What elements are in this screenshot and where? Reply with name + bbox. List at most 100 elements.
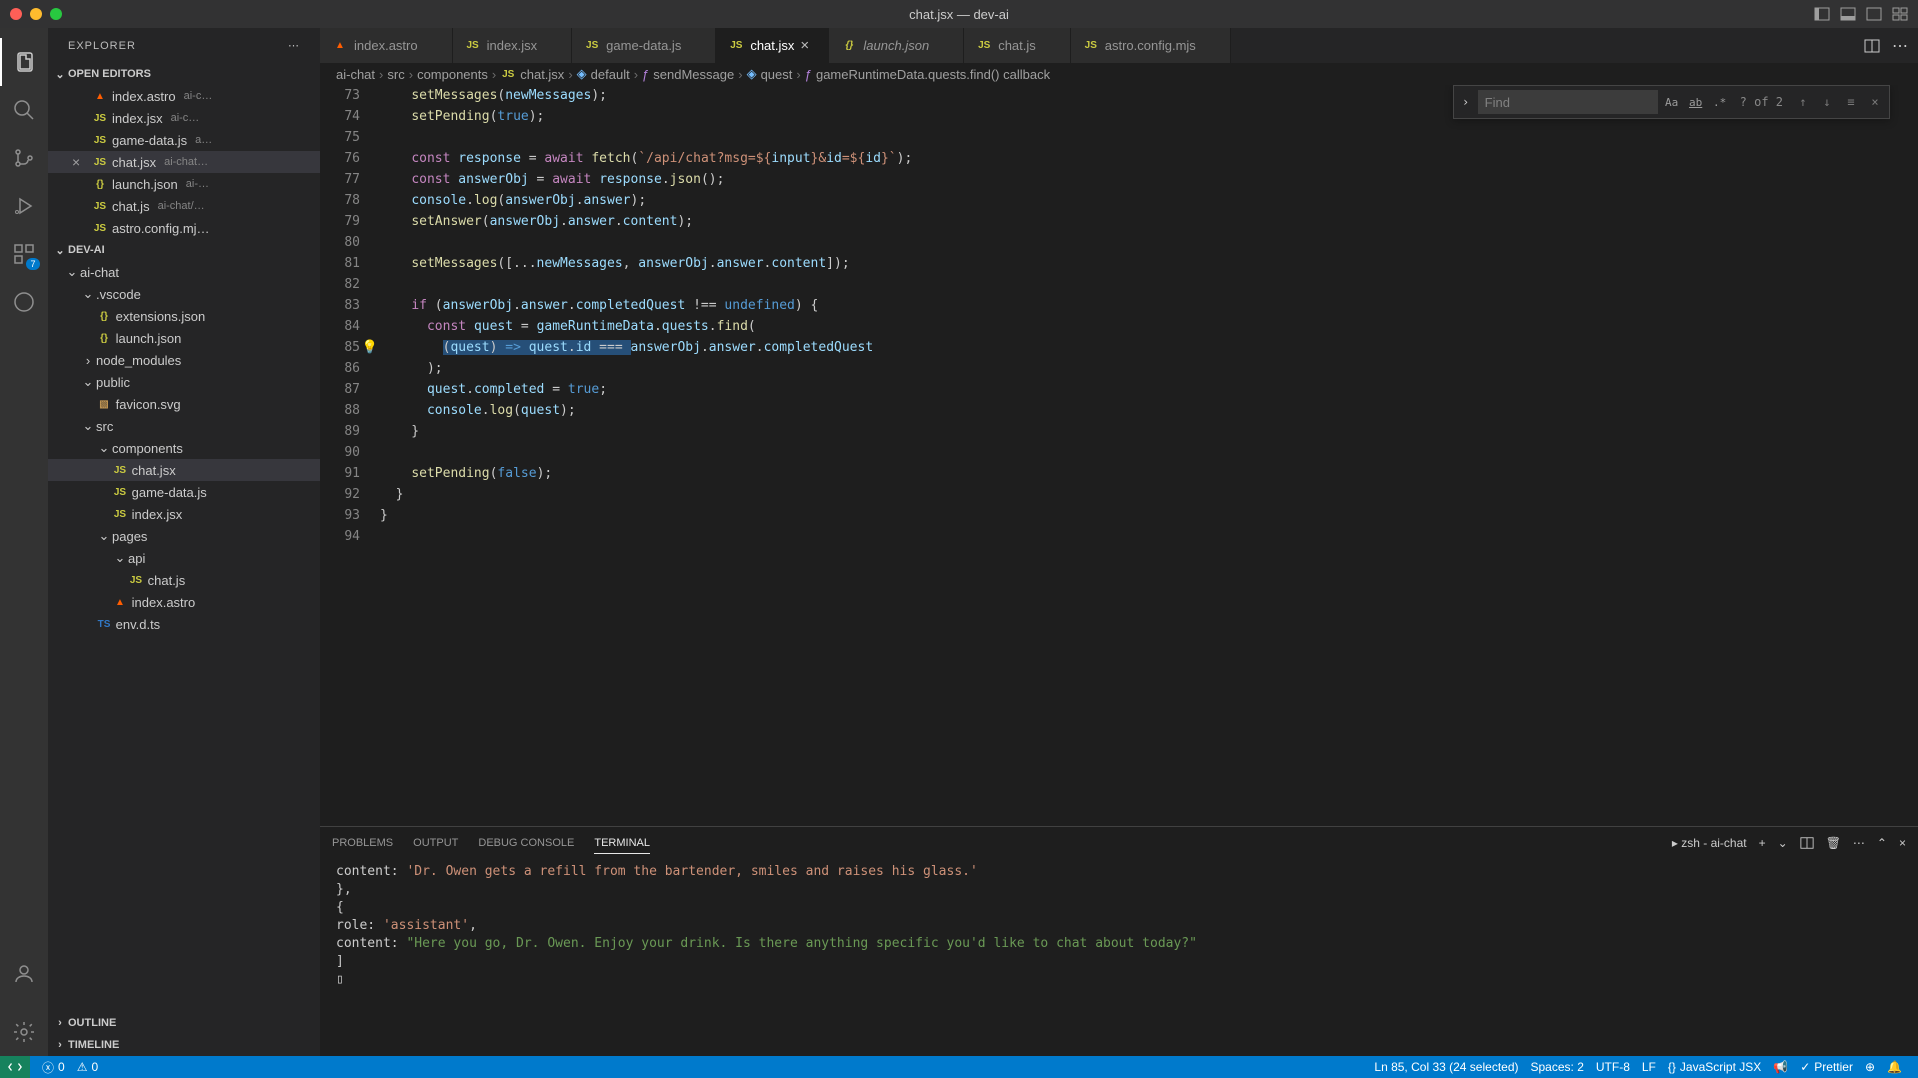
tree-file[interactable]: {} launch.json [48, 327, 320, 349]
code-content[interactable]: setMessages(newMessages); setPending(tru… [380, 85, 1918, 826]
tab[interactable]: ▲index.astro× [320, 28, 453, 63]
split-icon[interactable] [1864, 38, 1880, 54]
tree-folder[interactable]: ⌄api [48, 547, 320, 569]
layout-icon[interactable] [1892, 6, 1908, 22]
tree-folder[interactable]: ⌄public [48, 371, 320, 393]
remote-indicator[interactable] [0, 1056, 30, 1078]
breadcrumb-item[interactable]: default [591, 67, 630, 82]
tree-folder[interactable]: ›node_modules [48, 349, 320, 371]
open-editor-item[interactable]: ×JSindex.jsxai-c… [48, 107, 320, 129]
tree-file[interactable]: ▧ favicon.svg [48, 393, 320, 415]
more-icon[interactable]: ⋯ [288, 39, 300, 52]
timeline-header[interactable]: ›TIMELINE [48, 1034, 320, 1056]
tree-file[interactable]: TS env.d.ts [48, 613, 320, 635]
terminal-tab[interactable]: TERMINAL [594, 833, 650, 854]
prettier-status[interactable]: ✓ Prettier [1794, 1060, 1859, 1074]
open-editor-item[interactable]: ×JSchat.jsai-chat/… [48, 195, 320, 217]
panel-bottom-icon[interactable] [1840, 6, 1856, 22]
notifications-icon[interactable]: 🔔 [1881, 1060, 1908, 1074]
cursor-position[interactable]: Ln 85, Col 33 (24 selected) [1368, 1060, 1524, 1074]
close-icon[interactable]: × [72, 154, 88, 170]
tree-folder[interactable]: ⌄src [48, 415, 320, 437]
close-icon[interactable]: × [800, 37, 816, 54]
breadcrumb-item[interactable]: src [387, 67, 404, 82]
tab[interactable]: JSindex.jsx× [453, 28, 573, 63]
problems-tab[interactable]: PROBLEMS [332, 833, 393, 853]
breadcrumb-item[interactable]: quest [761, 67, 793, 82]
open-editor-item[interactable]: ×JSchat.jsxai-chat… [48, 151, 320, 173]
tab[interactable]: JSastro.config.mjs× [1071, 28, 1231, 63]
tree-file[interactable]: ▲ index.astro [48, 591, 320, 613]
prev-match-icon[interactable]: ↑ [1793, 92, 1813, 112]
accounts[interactable] [0, 950, 48, 998]
close-panel-icon[interactable]: × [1899, 836, 1906, 850]
breadcrumb-item[interactable]: gameRuntimeData.quests.find() callback [816, 67, 1050, 82]
tree-file[interactable]: JS chat.jsx [48, 459, 320, 481]
more-icon[interactable]: ⋯ [1892, 36, 1908, 56]
search-view[interactable] [0, 86, 48, 134]
next-match-icon[interactable]: ↓ [1817, 92, 1837, 112]
tree-folder[interactable]: ⌄ai-chat [48, 261, 320, 283]
filter-icon[interactable]: ≡ [1841, 92, 1861, 112]
extensions-view[interactable]: 7 [0, 230, 48, 278]
tree-folder[interactable]: ⌄pages [48, 525, 320, 547]
close-window[interactable] [10, 8, 22, 20]
outline-header[interactable]: ›OUTLINE [48, 1012, 320, 1034]
debug-console-tab[interactable]: DEBUG CONSOLE [478, 833, 574, 853]
language-mode[interactable]: {} JavaScript JSX [1662, 1060, 1767, 1074]
breadcrumb-item[interactable]: sendMessage [653, 67, 734, 82]
open-editor-item[interactable]: ×{}launch.jsonai-… [48, 173, 320, 195]
tweet-icon[interactable]: 📢 [1767, 1060, 1794, 1074]
maximize-panel-icon[interactable]: ⌃ [1877, 836, 1887, 850]
open-editor-item[interactable]: ×JSastro.config.mj… [48, 217, 320, 239]
new-terminal-icon[interactable]: + [1759, 836, 1766, 850]
tree-file[interactable]: {} extensions.json [48, 305, 320, 327]
indentation[interactable]: Spaces: 2 [1525, 1060, 1590, 1074]
regex-icon[interactable]: .* [1710, 92, 1730, 112]
open-editors-header[interactable]: ⌄ OPEN EDITORS [48, 63, 320, 85]
terminal-output[interactable]: content: 'Dr. Owen gets a refill from th… [320, 859, 1918, 1056]
code-editor[interactable]: 73747576777879808182838485💡8687888990919… [320, 85, 1918, 826]
open-editor-item[interactable]: ×JSgame-data.jsa… [48, 129, 320, 151]
project-header[interactable]: ⌄ DEV-AI [48, 239, 320, 261]
tree-folder[interactable]: ⌄components [48, 437, 320, 459]
warnings-count[interactable]: ⚠ 0 [71, 1060, 104, 1074]
more-icon[interactable]: ⋯ [1853, 836, 1865, 850]
encoding[interactable]: UTF-8 [1590, 1060, 1636, 1074]
maximize-window[interactable] [50, 8, 62, 20]
tab[interactable]: JSchat.jsx× [716, 28, 829, 63]
tree-file[interactable]: JS game-data.js [48, 481, 320, 503]
edge-view[interactable] [0, 278, 48, 326]
settings[interactable] [0, 1008, 48, 1056]
tree-folder[interactable]: ⌄.vscode [48, 283, 320, 305]
breadcrumb-item[interactable]: components [417, 67, 488, 82]
match-word-icon[interactable]: ab [1686, 92, 1706, 112]
output-tab[interactable]: OUTPUT [413, 833, 458, 853]
match-case-icon[interactable]: Aa [1662, 92, 1682, 112]
tree-file[interactable]: JS index.jsx [48, 503, 320, 525]
split-terminal-icon[interactable] [1800, 836, 1814, 850]
feedback-icon[interactable]: ⊕ [1859, 1060, 1881, 1074]
tab[interactable]: JSchat.js× [964, 28, 1071, 63]
breadcrumbs[interactable]: ai-chat› src› components› JSchat.jsx› ◈d… [320, 63, 1918, 85]
panel-right-icon[interactable] [1866, 6, 1882, 22]
debug-view[interactable] [0, 182, 48, 230]
eol[interactable]: LF [1636, 1060, 1662, 1074]
minimize-window[interactable] [30, 8, 42, 20]
find-input[interactable] [1478, 90, 1658, 114]
terminal-shell-label[interactable]: ▸ zsh - ai-chat [1672, 836, 1747, 850]
tab[interactable]: {}launch.json× [829, 28, 964, 63]
breadcrumb-item[interactable]: chat.jsx [520, 67, 564, 82]
terminal-dropdown-icon[interactable]: ⌄ [1778, 836, 1788, 850]
panel-left-icon[interactable] [1814, 6, 1830, 22]
tree-file[interactable]: JS chat.js [48, 569, 320, 591]
tab[interactable]: JSgame-data.js× [572, 28, 716, 63]
source-control-view[interactable] [0, 134, 48, 182]
chevron-right-icon[interactable]: › [1458, 92, 1474, 113]
explorer-view[interactable] [0, 38, 48, 86]
open-editor-item[interactable]: ×▲index.astroai-c… [48, 85, 320, 107]
breadcrumb-item[interactable]: ai-chat [336, 67, 375, 82]
errors-count[interactable]: ⓧ 0 [36, 1059, 71, 1076]
trash-icon[interactable]: 🗑 [1826, 836, 1841, 850]
close-icon[interactable]: × [1865, 92, 1885, 112]
